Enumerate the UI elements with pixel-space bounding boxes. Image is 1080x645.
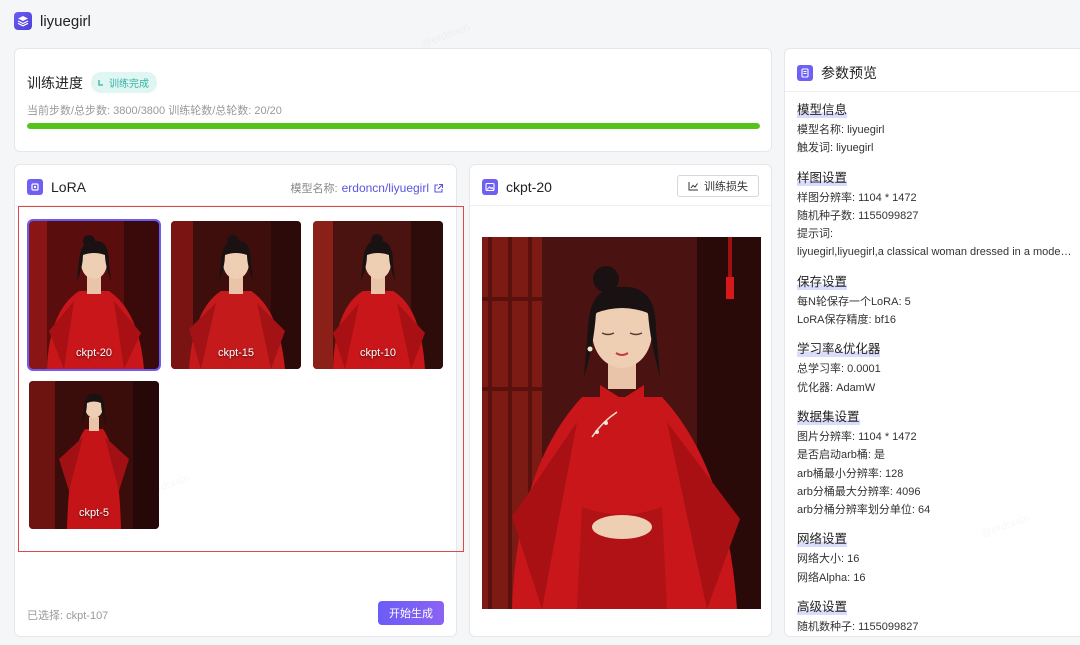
param-item: 随机种子数: 1155099827 <box>797 209 919 222</box>
param-item: 模型名称: liyuegirl <box>797 124 885 136</box>
param-item: 随机数种子: 1155099827 <box>797 621 919 634</box>
layers-icon <box>14 12 32 30</box>
image-icon <box>482 179 498 195</box>
param-section: 保存设置每N轮保存一个LoRA: 5 LoRA保存精度: bf16 <box>797 270 1075 330</box>
param-section-title: 高级设置 <box>797 596 848 616</box>
param-item: 网络Alpha: 16 <box>797 571 866 584</box>
param-section: 模型信息模型名称: liyuegirl 触发词: liyuegirl <box>797 99 1075 158</box>
checkpoint-label: ckpt-5 <box>79 507 109 519</box>
param-item: 每N轮保存一个LoRA: 5 <box>797 295 911 308</box>
parameter-preview-panel: 参数预览 模型信息模型名称: liyuegirl 触发词: liyuegirl 样图… <box>784 48 1080 637</box>
app-title: liyuegirl <box>40 12 91 30</box>
watermark: @erdoncn <box>419 22 471 51</box>
divider <box>785 91 1080 92</box>
param-section: 数据集设置图片分辨率: 1104 * 1472 是否启动arb桶: 是 arb桶最小… <box>797 405 1075 519</box>
param-item: LoRA保存精度: bf16 <box>797 314 897 327</box>
external-link-icon[interactable] <box>433 183 444 194</box>
training-progress-card: 训练进度 训练完成 当前步数/总步数: 3800/3800 训练轮数/总轮数: … <box>14 48 772 152</box>
preview-image <box>482 237 761 609</box>
param-section-title: 保存设置 <box>797 270 848 290</box>
progress-bar-fill <box>27 123 760 129</box>
param-item: arb桶最小分辨率: 128 <box>797 467 904 480</box>
start-generation-button[interactable]: 开始生成 <box>378 601 444 625</box>
progress-title: 训练进度 <box>27 74 83 91</box>
progress-bar <box>27 123 760 129</box>
params-body: 模型信息模型名称: liyuegirl 触发词: liyuegirl 样图设置样图分… <box>797 99 1075 645</box>
param-section-title: 样图设置 <box>797 166 848 186</box>
param-item: 网络大小: 16 <box>797 553 860 566</box>
checkpoint-label: ckpt-10 <box>359 347 397 359</box>
checkpoint-thumb-20[interactable]: ckpt-20 <box>27 219 161 371</box>
param-item: 图片分辨率: 1104 * 1472 <box>797 430 917 443</box>
param-item: arb分桶最大分辨率: 4096 <box>797 485 921 498</box>
woman-red-qipao-image <box>482 237 761 609</box>
param-item: 触发词: liyuegirl <box>797 142 874 155</box>
param-section: 样图设置样图分辨率: 1104 * 1472 随机种子数: 1155099827 提… <box>797 166 1075 262</box>
param-section-title: 网络设置 <box>797 528 848 548</box>
cpu-icon <box>27 179 43 195</box>
checkpoint-thumb-10[interactable]: ckpt-10 <box>313 221 443 369</box>
preview-title: ckpt-20 <box>506 179 552 195</box>
param-section-title: 学习率&优化器 <box>797 338 881 358</box>
checkpoint-thumb-5[interactable]: ckpt-5 <box>29 381 159 529</box>
status-badge: 训练完成 <box>91 72 157 93</box>
param-section: 学习率&优化器总学习率: 0.0001 优化器: AdamW <box>797 338 1075 397</box>
preview-panel: ckpt-20 训练损失 <box>469 164 772 637</box>
model-name-row: 模型名称: erdoncn/liyuegirl <box>291 180 444 196</box>
lora-title: LoRA <box>51 179 87 195</box>
param-item: 样图分辨率: 1104 * 1472 <box>797 191 917 204</box>
checkpoint-label: ckpt-15 <box>217 347 255 359</box>
param-item: 总学习率: 0.0001 <box>797 363 881 376</box>
training-loss-label: 训练损失 <box>704 181 748 193</box>
param-item: arb分桶分辨率划分单位: 64 <box>797 504 931 517</box>
training-loss-button[interactable]: 训练损失 <box>677 175 759 197</box>
checkpoint-label: ckpt-20 <box>75 347 113 359</box>
param-section-title: 数据集设置 <box>797 405 860 425</box>
param-item: 提示词: <box>797 228 834 241</box>
param-section-title: 模型信息 <box>797 99 848 118</box>
model-name-label: 模型名称: <box>290 183 338 195</box>
param-item: liyuegirl,liyuegirl,a classical woman dr… <box>797 246 1075 259</box>
param-section: 网络设置网络大小: 16 网络Alpha: 16 <box>797 528 1075 587</box>
param-item: 是否启动arb桶: 是 <box>797 449 886 462</box>
params-title: 参数预览 <box>821 65 877 81</box>
status-badge-label: 训练完成 <box>109 79 149 90</box>
line-chart-icon <box>688 182 698 191</box>
lora-panel: LoRA 模型名称: erdoncn/liyuegirl ckpt-20 ckp… <box>14 164 464 637</box>
clock-icon <box>98 79 103 86</box>
document-icon <box>797 65 813 81</box>
param-section: 高级设置随机数种子: 1155099827 <box>797 596 1075 636</box>
selected-checkpoint-text: 已选择: ckpt-107 <box>27 610 109 622</box>
checkpoint-thumb-15[interactable]: ckpt-15 <box>171 221 301 369</box>
param-item: 优化器: AdamW <box>797 381 876 394</box>
app-header: liyuegirl <box>14 12 91 30</box>
progress-stats: 当前步数/总步数: 3800/3800 训练轮数/总轮数: 20/20 <box>27 105 282 117</box>
divider <box>470 205 771 206</box>
model-name-link[interactable]: erdoncn/liyuegirl <box>342 181 429 195</box>
